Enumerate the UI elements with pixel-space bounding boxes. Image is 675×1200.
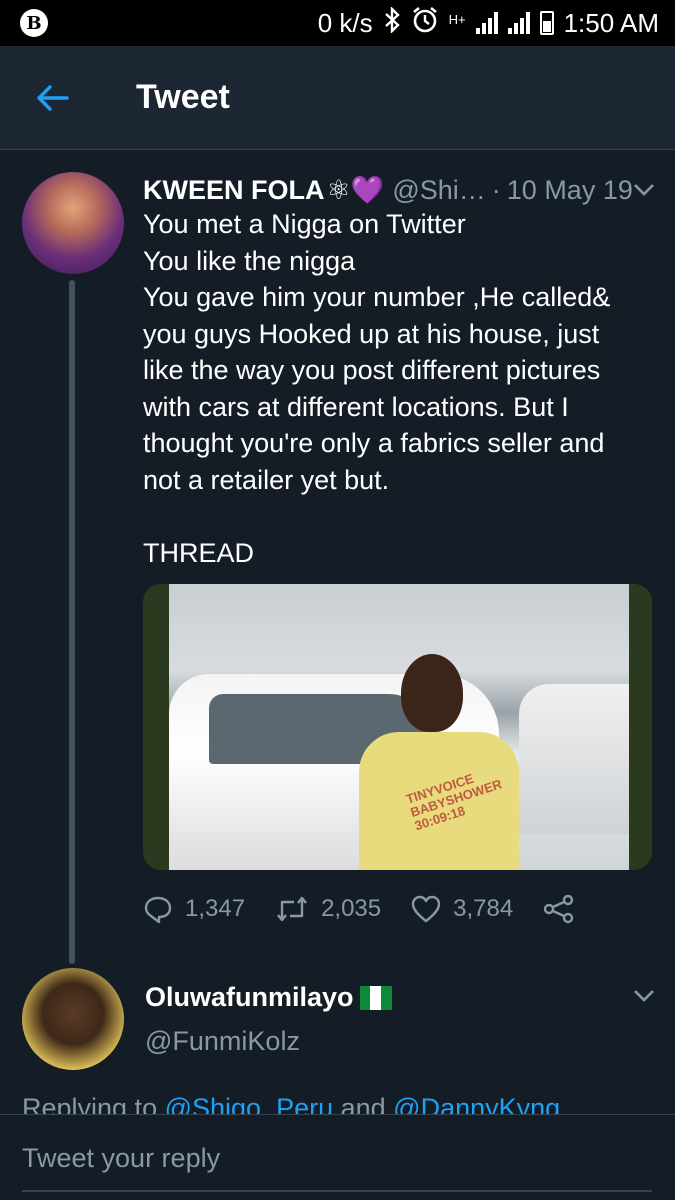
- replying-to-label: Replying to: [22, 1093, 165, 1114]
- reply-author-handle[interactable]: @FunmiKolz: [145, 1026, 300, 1057]
- retweet-button[interactable]: 2,035: [275, 895, 381, 923]
- top-app-bar: Tweet: [0, 46, 675, 150]
- back-button[interactable]: [30, 78, 74, 118]
- network-type: H+: [448, 11, 466, 27]
- tweet-photo[interactable]: TINYVOICE BABYSHOWER 30:09:18: [143, 584, 652, 870]
- thread-connector-line: [69, 280, 75, 964]
- replying-to-bar: Replying to @Shigo_Peru and @DannyKyng: [0, 1092, 675, 1114]
- reply-count: 1,347: [185, 895, 246, 922]
- nigeria-flag-icon: [359, 985, 392, 1010]
- share-button[interactable]: [543, 894, 575, 924]
- reply-author-name: Oluwafunmilayo: [145, 982, 354, 1012]
- tweet-text: You met a Nigga on Twitter You like the …: [143, 209, 611, 568]
- reply-input-underline: [22, 1190, 652, 1192]
- reply-icon: [144, 896, 172, 924]
- author-name[interactable]: KWEEN FOLA: [143, 175, 325, 206]
- retweet-icon: [277, 896, 307, 922]
- signal-icon: [475, 12, 530, 34]
- replying-to-user-2[interactable]: @DannyKyng: [393, 1093, 560, 1114]
- tweet-menu-chevron-down-icon[interactable]: [632, 182, 656, 198]
- share-icon: [543, 894, 574, 924]
- author-avatar[interactable]: [22, 172, 124, 274]
- tweet-header: KWEEN FOLA ⚛ 💜 @Shi… · 10 May 19: [143, 172, 663, 208]
- purple-heart-emoji: 💜: [350, 175, 385, 205]
- photo-car-right: [519, 684, 629, 834]
- page-title: Tweet: [136, 78, 230, 116]
- app-logo-icon: B: [20, 9, 48, 37]
- reply-author-name-row[interactable]: Oluwafunmilayo: [145, 982, 392, 1013]
- like-button[interactable]: 3,784: [411, 895, 513, 923]
- retweet-count: 2,035: [321, 895, 382, 922]
- clock: 1:50 AM: [563, 7, 659, 38]
- replying-and: and: [333, 1093, 394, 1114]
- bluetooth-icon: [383, 5, 401, 40]
- tweet-date: 10 May 19: [506, 174, 633, 205]
- reply-input[interactable]: Tweet your reply: [22, 1143, 220, 1174]
- heart-icon: [411, 895, 441, 923]
- reply-menu-chevron-down-icon[interactable]: [632, 988, 656, 1004]
- reply-author-avatar[interactable]: [22, 968, 124, 1070]
- net-speed: 0 k/s: [317, 7, 373, 38]
- separator-dot: ·: [491, 174, 501, 205]
- status-bar: B 0 k/s H+ 1:50 AM: [0, 0, 675, 46]
- replying-to-user-1[interactable]: @Shigo_Peru: [165, 1093, 334, 1114]
- author-handle[interactable]: @Shi…: [392, 175, 485, 206]
- back-arrow-icon: [37, 85, 69, 111]
- like-count: 3,784: [453, 895, 514, 922]
- photo-person-head: [401, 654, 463, 732]
- tweet-actions: 1,347 2,035 3,784: [143, 892, 605, 926]
- atom-emoji: ⚛: [326, 174, 351, 205]
- alarm-icon: [411, 6, 439, 41]
- reply-button[interactable]: 1,347: [143, 894, 245, 924]
- battery-icon: [539, 11, 554, 35]
- reply-composer[interactable]: Tweet your reply: [0, 1114, 675, 1200]
